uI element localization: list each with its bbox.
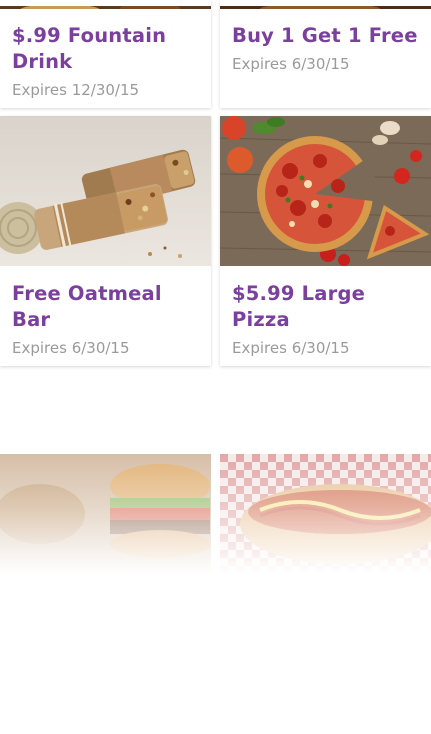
deal-title: Buy 1 Get 1 Free bbox=[232, 24, 418, 47]
deal-image-hotdog bbox=[220, 454, 431, 574]
deal-image-burger bbox=[0, 454, 211, 574]
deal-card-loading[interactable] bbox=[220, 454, 431, 574]
deal-expires: Expires 12/30/15 bbox=[12, 81, 140, 99]
fade-overlay bbox=[220, 454, 431, 574]
deal-expires: Expires 6/30/15 bbox=[12, 339, 130, 357]
fade-overlay bbox=[0, 454, 211, 574]
deal-card-bogo[interactable]: Buy 1 Get 1 Free Expires 6/30/15 bbox=[220, 0, 431, 108]
deal-image-oatmeal-bar bbox=[0, 116, 211, 266]
deal-card-large-pizza[interactable]: $5.99 Large Pizza Expires 6/30/15 bbox=[220, 116, 431, 366]
deal-image-large-pizza bbox=[220, 116, 431, 266]
deal-title: $5.99 Large Pizza bbox=[232, 282, 366, 331]
deal-expires: Expires 6/30/15 bbox=[232, 55, 350, 73]
deal-image-bogo bbox=[220, 0, 431, 9]
deal-card-oatmeal-bar[interactable]: Free Oatmeal Bar Expires 6/30/15 bbox=[0, 116, 211, 366]
deal-card-loading[interactable] bbox=[0, 454, 211, 574]
deal-title: $.99 Fountain Drink bbox=[12, 24, 167, 73]
deal-card-fountain-drink[interactable]: $.99 Fountain Drink Expires 12/30/15 bbox=[0, 0, 211, 108]
deal-image-fountain-drink bbox=[0, 0, 211, 9]
deal-expires: Expires 6/30/15 bbox=[232, 339, 350, 357]
deal-title: Free Oatmeal Bar bbox=[12, 282, 162, 331]
